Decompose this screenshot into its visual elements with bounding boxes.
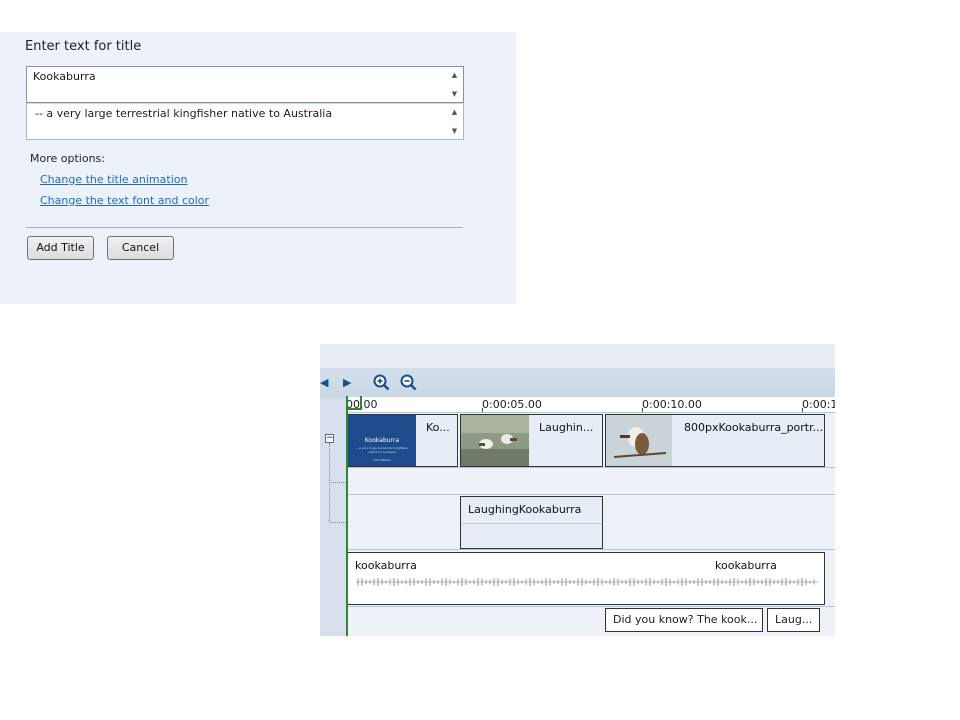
- timeline-toolbar: ◀ ▶: [320, 368, 835, 398]
- video-clip-label: Laughin...: [539, 421, 594, 434]
- audio-clip-label: kookaburra: [355, 559, 417, 572]
- video-clip-label: Ko...: [426, 421, 450, 434]
- tree-line: [329, 522, 346, 523]
- caption-clip[interactable]: Laug...: [767, 608, 820, 632]
- more-options-label: More options:: [30, 152, 105, 165]
- thumb-subtitle: -- a very large terrestrial kingfisher n…: [355, 446, 409, 454]
- track-divider: [346, 606, 835, 607]
- ruler-tick-label: 0:00:10.00: [642, 398, 702, 411]
- title-text-value: Kookaburra: [33, 70, 96, 83]
- transition-clip-label: LaughingKookaburra: [468, 503, 582, 516]
- cancel-button[interactable]: Cancel: [107, 236, 174, 260]
- ruler-tick: [642, 408, 643, 412]
- divider: [26, 227, 463, 228]
- thumb-footer: Luke Batson: [372, 458, 392, 462]
- collapse-track-icon[interactable]: −: [325, 434, 334, 443]
- audio-clip[interactable]: kookaburra kookaburra: [347, 552, 825, 605]
- playhead-marker[interactable]: [346, 396, 362, 410]
- zoom-in-icon[interactable]: [373, 374, 390, 391]
- play-icon[interactable]: ▶: [343, 377, 351, 389]
- title-slide-thumbnail: Kookaburra -- a very large terrestrial k…: [348, 415, 416, 466]
- ruler-tick: [482, 408, 483, 412]
- track-divider: [346, 467, 835, 468]
- audio-waveform: [356, 578, 818, 586]
- caption-clip[interactable]: Did you know? The kook...: [605, 608, 763, 632]
- timeline-header: [320, 344, 835, 368]
- zoom-out-icon[interactable]: [400, 374, 417, 391]
- subtitle-text-value: -- a very large terrestrial kingfisher n…: [35, 107, 333, 120]
- ruler-tick-label: 0:00:05.00: [482, 398, 542, 411]
- video-clip-laughing[interactable]: Laughin...: [460, 414, 603, 467]
- subtitle-text-scrollbar[interactable]: ▲ ▼: [446, 104, 463, 139]
- track-divider: [346, 549, 835, 550]
- change-text-font-color-link[interactable]: Change the text font and color: [40, 194, 209, 207]
- subtitle-text-input[interactable]: -- a very large terrestrial kingfisher n…: [26, 103, 464, 140]
- transition-clip[interactable]: LaughingKookaburra: [460, 496, 603, 549]
- tree-line: [329, 443, 330, 523]
- scroll-down-icon[interactable]: ▼: [446, 124, 463, 138]
- dialog-heading: Enter text for title: [25, 39, 142, 54]
- timeline-panel: ◀ ▶ 00.00 0:00:05.00 0:00:10.00 0:00:15 …: [320, 344, 835, 636]
- tree-line: [329, 482, 346, 483]
- laughing-kookaburra-thumbnail: [461, 415, 529, 466]
- scroll-up-icon[interactable]: ▲: [446, 105, 463, 119]
- ruler-tick-label: 0:00:15: [802, 398, 835, 411]
- change-title-animation-link[interactable]: Change the title animation: [40, 173, 187, 186]
- video-clip-label: 800pxKookaburra_portr...: [684, 421, 824, 434]
- title-text-scrollbar[interactable]: ▲ ▼: [446, 67, 463, 102]
- audio-clip-label: kookaburra: [715, 559, 777, 572]
- ruler-tick: [802, 408, 803, 412]
- thumb-title: Kookaburra: [364, 437, 400, 444]
- track-divider: [346, 494, 835, 495]
- add-title-button[interactable]: Add Title: [27, 236, 94, 260]
- time-ruler[interactable]: 00.00 0:00:05.00 0:00:10.00 0:00:15: [346, 397, 835, 413]
- video-clip-portrait[interactable]: 800pxKookaburra_portr...: [605, 414, 825, 467]
- video-clip-title[interactable]: Kookaburra -- a very large terrestrial k…: [347, 414, 458, 467]
- clip-divider: [461, 523, 602, 524]
- kookaburra-portrait-thumbnail: [606, 415, 672, 466]
- title-dialog: Enter text for title Kookaburra ▲ ▼ -- a…: [0, 32, 516, 304]
- scroll-down-icon[interactable]: ▼: [446, 87, 463, 101]
- scroll-up-icon[interactable]: ▲: [446, 68, 463, 82]
- rewind-icon[interactable]: ◀: [320, 377, 328, 389]
- playhead[interactable]: [346, 398, 348, 636]
- title-text-input[interactable]: Kookaburra ▲ ▼: [26, 66, 464, 103]
